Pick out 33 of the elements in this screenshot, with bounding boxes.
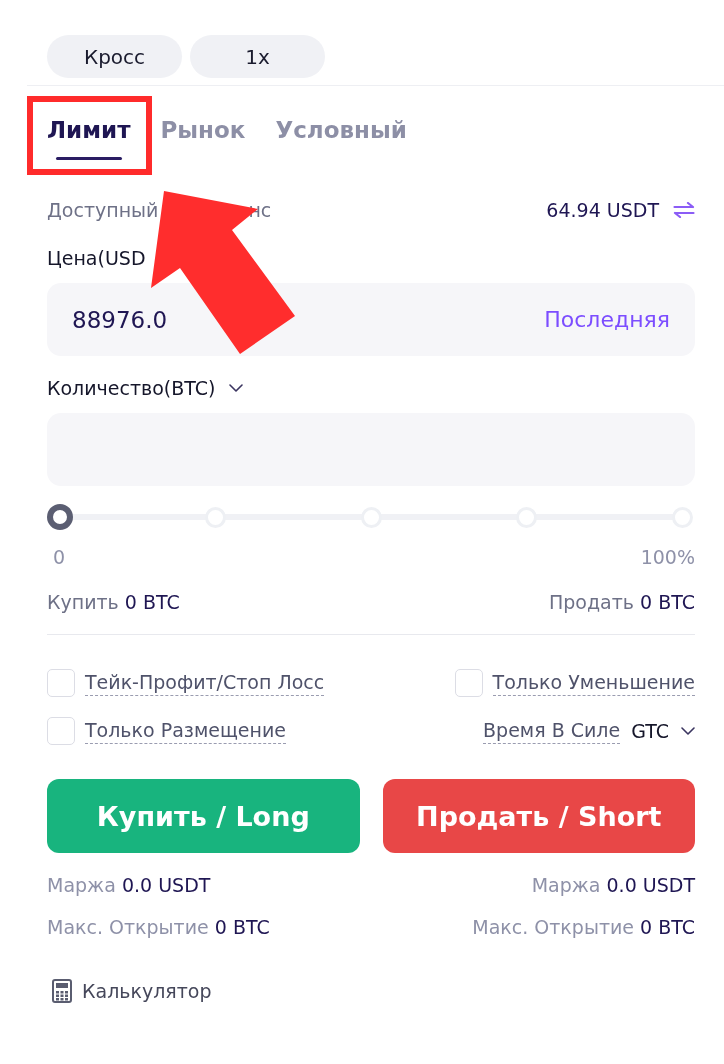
margin-text: Маржа 0.0 USDT bbox=[530, 873, 695, 897]
order-type-tab[interactable]: Лимит bbox=[47, 116, 131, 160]
option-label: Только Уменьшение bbox=[492, 670, 695, 696]
option-label: Только Размещение bbox=[85, 718, 286, 744]
margin-mode-button[interactable]: Кросс bbox=[47, 35, 182, 78]
option-label: Тейк-Профит/Стоп Лосс bbox=[85, 670, 325, 696]
sell-amount-text: Продать 0 BTC bbox=[549, 590, 695, 614]
leverage-button[interactable]: 1x bbox=[190, 35, 325, 78]
time-in-force-select[interactable]: GTC bbox=[631, 720, 695, 742]
margin-text: Маржа 0.0 USDT bbox=[47, 873, 212, 897]
quantity-label: Количество(BTC) bbox=[47, 376, 216, 400]
chevron-down-icon bbox=[681, 727, 695, 735]
max-open-text: Макс. Открытие 0 BTC bbox=[47, 915, 271, 939]
balance-value: 64.94 USDT bbox=[546, 198, 659, 222]
time-in-force-label: Время В Силе bbox=[483, 718, 621, 744]
price-input[interactable]: 88976.0 Последняя bbox=[47, 283, 695, 356]
swap-arrows-icon[interactable] bbox=[673, 202, 695, 218]
price-label: Цена(USD bbox=[47, 246, 146, 270]
max-open-text: Макс. Открытие 0 BTC bbox=[471, 915, 695, 939]
calculator-link[interactable]: Калькулятор bbox=[52, 979, 212, 1003]
slider-min-label: 0 bbox=[53, 545, 66, 569]
slider-max-label: 100% bbox=[640, 545, 695, 569]
last-price-link[interactable]: Последняя bbox=[544, 307, 670, 332]
checkbox[interactable] bbox=[47, 717, 75, 745]
slider-thumb[interactable] bbox=[47, 504, 73, 530]
calculator-icon bbox=[52, 979, 72, 1003]
sell-short-button[interactable]: Продать / Short bbox=[382, 779, 695, 853]
buy-amount-text: Купить 0 BTC bbox=[47, 590, 180, 614]
slider-track[interactable] bbox=[47, 504, 695, 530]
checkbox[interactable] bbox=[454, 669, 483, 697]
checkbox[interactable] bbox=[47, 669, 75, 697]
chevron-down-icon bbox=[229, 384, 244, 392]
balance-label: Доступный bbox=[47, 198, 159, 222]
